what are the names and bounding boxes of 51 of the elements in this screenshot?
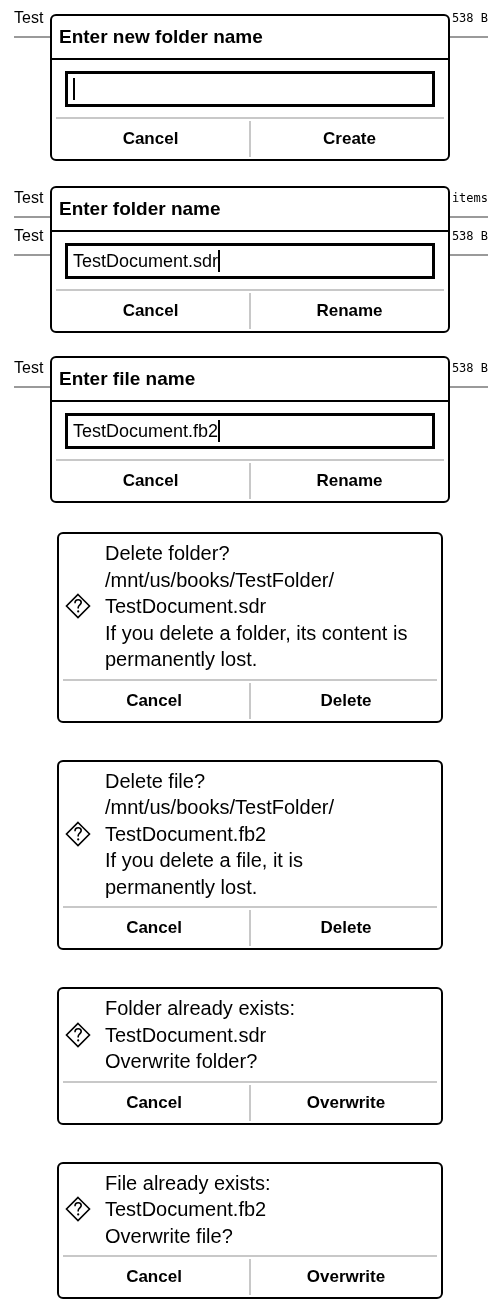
file-info: 538 B — [451, 360, 488, 377]
text-cursor — [73, 78, 75, 100]
dialog-button[interactable]: Cancel — [59, 1257, 249, 1297]
text-cursor — [218, 250, 220, 272]
dialog-button[interactable]: Delete — [249, 682, 441, 719]
dialog-message: TestDocument.sdr — [105, 1022, 268, 1048]
dialog-button[interactable]: Rename — [249, 463, 448, 499]
dialog-title: Enter file name — [59, 366, 196, 391]
dialog-button[interactable]: Cancel — [59, 908, 249, 948]
text-cursor — [218, 420, 220, 442]
dialog-button[interactable]: Overwrite — [249, 1084, 441, 1121]
dialog-button[interactable]: Cancel — [52, 119, 249, 159]
dialog-message: TestDocument.fb2 — [105, 1197, 268, 1222]
input-field[interactable] — [65, 71, 435, 107]
dialog-button[interactable]: Cancel — [59, 1082, 249, 1123]
file-info: 538 B — [451, 228, 488, 245]
dialog-message: File already exists: — [105, 1170, 271, 1196]
input-field[interactable]: TestDocument.fb2 — [65, 413, 435, 449]
dialog-message: Folder already exists: — [105, 996, 296, 1021]
dialog-message: If you delete a folder, its content is permanently lost. — [105, 620, 409, 672]
file-name: Test — [14, 226, 44, 246]
dialog-message: If you delete a file, it is permanently lost. — [105, 848, 304, 900]
dialog-message: Delete folder? — [105, 541, 231, 566]
dialog-button[interactable]: Cancel — [52, 461, 249, 501]
file-info: 538 B — [451, 10, 488, 27]
file-info: items — [451, 190, 488, 207]
file-name: Test — [14, 8, 44, 28]
dialog-button[interactable]: Cancel — [52, 291, 249, 331]
question-icon — [65, 1021, 91, 1048]
dialog-message: Overwrite folder? — [105, 1049, 259, 1074]
dialog-message: Overwrite file? — [105, 1223, 234, 1249]
input-field[interactable]: TestDocument.sdr — [65, 243, 435, 279]
dialog-title: Enter new folder name — [59, 24, 263, 49]
dialog-button[interactable]: Cancel — [59, 680, 249, 721]
dialog-button[interactable]: Create — [249, 121, 448, 157]
dialog-message: TestDocument.sdr — [105, 594, 268, 619]
dialog-message: /mnt/us/books/TestFolder/ — [105, 795, 335, 820]
file-name: Test — [14, 358, 44, 378]
dialog-message: /mnt/us/books/TestFolder/ — [105, 567, 335, 593]
question-icon — [65, 1196, 91, 1223]
question-icon — [65, 593, 91, 620]
dialog-message: TestDocument.fb2 — [105, 821, 268, 847]
file-name: Test — [14, 188, 44, 208]
dialog-message: Delete file? — [105, 768, 207, 794]
field-value: TestDocument.sdr — [73, 249, 219, 273]
dialog-button[interactable]: Overwrite — [249, 1259, 441, 1295]
dialog-title: Enter folder name — [59, 196, 221, 221]
dialog-button[interactable]: Rename — [249, 293, 448, 329]
field-value: TestDocument.fb2 — [73, 419, 219, 443]
dialog-button[interactable]: Delete — [249, 910, 441, 946]
question-icon — [65, 820, 91, 847]
